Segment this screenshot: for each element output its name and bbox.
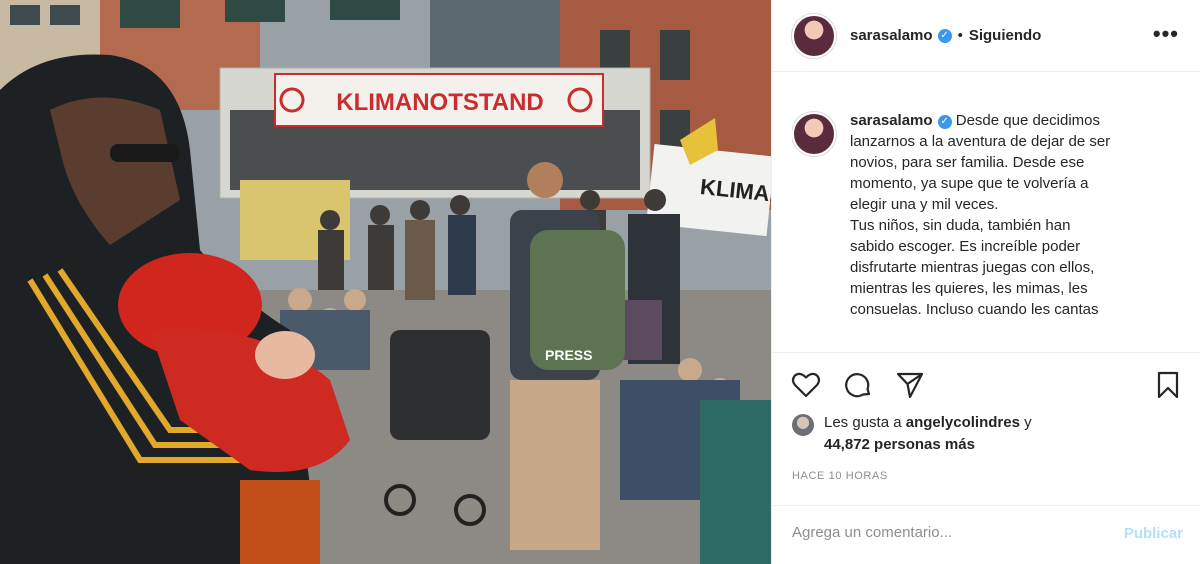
banner-text: KLIMANOTSTAND: [336, 89, 544, 116]
post-timestamp[interactable]: HACE 10 HORAS: [792, 470, 888, 482]
post-side-panel: sarasalamo ✓ • Siguiendo ••• sarasalamo ✓…: [771, 0, 1200, 564]
glass-building: [430, 0, 570, 70]
likes-conjunction: y: [1024, 414, 1032, 431]
share-icon[interactable]: [894, 369, 926, 401]
comment-input[interactable]: [792, 524, 1092, 541]
likes-count[interactable]: 44,872 personas más: [824, 436, 975, 453]
likes-prefix: Les gusta a: [824, 414, 902, 431]
likes-summary: Les gusta a angelycolindres y 44,872 per…: [792, 412, 1032, 456]
photo-illustration: KLIMANOTSTAND KLIMA. PRESS: [0, 0, 771, 564]
caption-line: lanzarnos a la aventura de dejar de ser: [850, 133, 1111, 150]
caption-line: consuelas. Incluso cuando les cantas: [850, 301, 1099, 318]
caption-line: Tus niños, sin duda, también han: [850, 217, 1071, 234]
stroller: [390, 330, 490, 440]
post-header: sarasalamo ✓ • Siguiendo •••: [772, 0, 1200, 72]
caption-line: momento, ya supe que te volvería a: [850, 175, 1089, 192]
caption-username[interactable]: sarasalamo: [850, 112, 933, 129]
comment-icon[interactable]: [842, 369, 874, 401]
caption-line: novios, para ser familia. Desde ese: [850, 154, 1085, 171]
more-options-icon[interactable]: •••: [1153, 23, 1179, 45]
caption-line: sabido escoger. Es increíble poder: [850, 238, 1081, 255]
liker-avatar[interactable]: [792, 414, 814, 436]
caption-line: disfrutarte mientras juegas con ellos,: [850, 259, 1095, 276]
likes-text: Les gusta a angelycolindres y 44,872 per…: [824, 412, 1032, 456]
author-avatar[interactable]: [792, 13, 836, 58]
publish-button[interactable]: Publicar: [1124, 525, 1183, 542]
teal-jacket-person: [700, 400, 771, 564]
separator-dot: •: [957, 27, 963, 44]
instagram-post: KLIMANOTSTAND KLIMA. PRESS sarasalamo ✓ …: [0, 0, 1200, 564]
heart-icon[interactable]: [790, 369, 822, 401]
caption-line: elegir una y mil veces.: [850, 196, 999, 213]
verified-badge-icon: ✓: [937, 28, 952, 43]
svg-text:PRESS: PRESS: [545, 347, 592, 363]
bookmark-icon[interactable]: [1152, 369, 1184, 401]
verified-badge-icon: ✓: [937, 115, 952, 129]
caption-text: sarasalamo ✓ Desde que decidimos lanzarno…: [850, 110, 1177, 352]
caption-author-avatar[interactable]: [792, 112, 836, 156]
post-caption: sarasalamo ✓ Desde que decidimos lanzarno…: [792, 110, 1177, 352]
liker-username[interactable]: angelycolindres: [906, 414, 1020, 431]
caption-line: mientras les quieres, les mimas, les: [850, 280, 1088, 297]
sunglasses: [110, 144, 180, 162]
comment-bar: Publicar: [772, 505, 1200, 564]
following-button[interactable]: Siguiendo: [969, 27, 1042, 44]
action-bar: [772, 352, 1200, 413]
author-username[interactable]: sarasalamo: [850, 27, 933, 44]
caption-line: Desde que decidimos: [955, 112, 1100, 129]
post-photo[interactable]: KLIMANOTSTAND KLIMA. PRESS: [0, 0, 771, 564]
